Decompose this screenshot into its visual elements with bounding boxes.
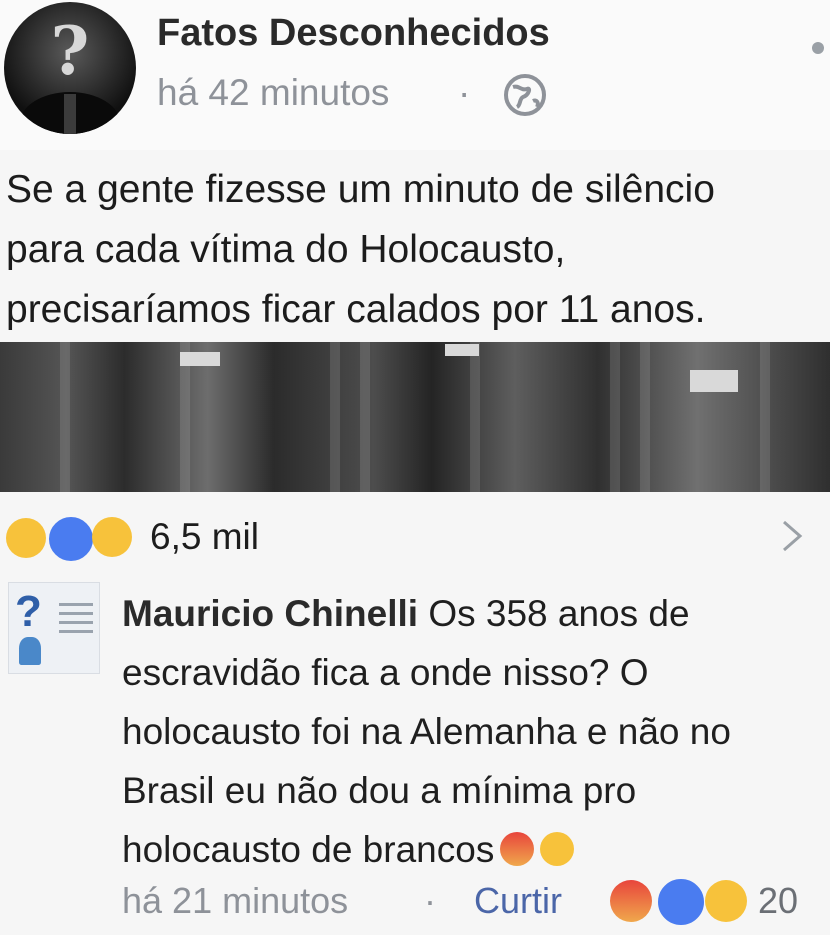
wow-reaction-icon (92, 517, 132, 557)
page-name[interactable]: Fatos Desconhecidos (157, 12, 550, 55)
squint-emoji-icon (540, 832, 575, 866)
post-photo[interactable] (0, 342, 830, 492)
photo-detail (180, 352, 220, 366)
photo-detail (470, 342, 480, 492)
comment-text: Os 358 anos de escravidão fica a onde ni… (122, 593, 731, 870)
post-text-line: Se a gente fizesse um minuto de silêncio (6, 168, 715, 211)
haha-reaction-icon (705, 880, 747, 922)
photo-detail (610, 342, 620, 492)
globe-icon (504, 74, 546, 116)
commenter-avatar[interactable]: ? (8, 582, 100, 674)
avatar-figure (19, 637, 41, 665)
photo-detail (640, 342, 650, 492)
more-options-icon[interactable] (812, 42, 824, 54)
question-mark-icon: ? (50, 12, 90, 90)
reaction-count[interactable]: 6,5 mil (150, 516, 259, 558)
photo-detail (60, 342, 70, 492)
comment-reaction-count[interactable]: 20 (758, 880, 798, 922)
photo-detail (330, 342, 340, 492)
photo-detail (445, 344, 479, 356)
separator-dot: · (424, 880, 436, 921)
page-avatar[interactable]: ? (4, 2, 136, 134)
post-text-line: para cada vítima do Holocausto, (6, 228, 566, 271)
separator-dot: · (458, 72, 471, 113)
angry-reaction-icon (610, 880, 652, 922)
post-header: ? Fatos Desconhecidos há 42 minutos · (0, 0, 830, 150)
question-mark-icon: ? (15, 587, 42, 636)
angry-emoji-icon (500, 832, 535, 866)
comment-body: Mauricio Chinelli Os 358 anos de escravi… (122, 584, 822, 879)
avatar-tie (64, 94, 76, 134)
like-reaction-icon (46, 514, 96, 564)
comment-like-button[interactable]: Curtir (474, 880, 562, 922)
comment-author[interactable]: Mauricio Chinelli (122, 593, 418, 634)
sad-reaction-icon (6, 518, 46, 558)
photo-detail (760, 342, 770, 492)
photo-detail (690, 370, 738, 392)
chevron-right-icon[interactable] (772, 516, 812, 556)
like-reaction-icon (655, 876, 707, 928)
post-text-line: precisaríamos ficar calados por 11 anos. (6, 288, 706, 331)
post-text: Se a gente fizesse um minuto de silêncio… (6, 160, 830, 340)
comment-timestamp[interactable]: há 21 minutos (122, 880, 348, 922)
post-timestamp[interactable]: há 42 minutos (157, 72, 389, 114)
avatar-text-lines (59, 603, 93, 639)
photo-detail (360, 342, 370, 492)
